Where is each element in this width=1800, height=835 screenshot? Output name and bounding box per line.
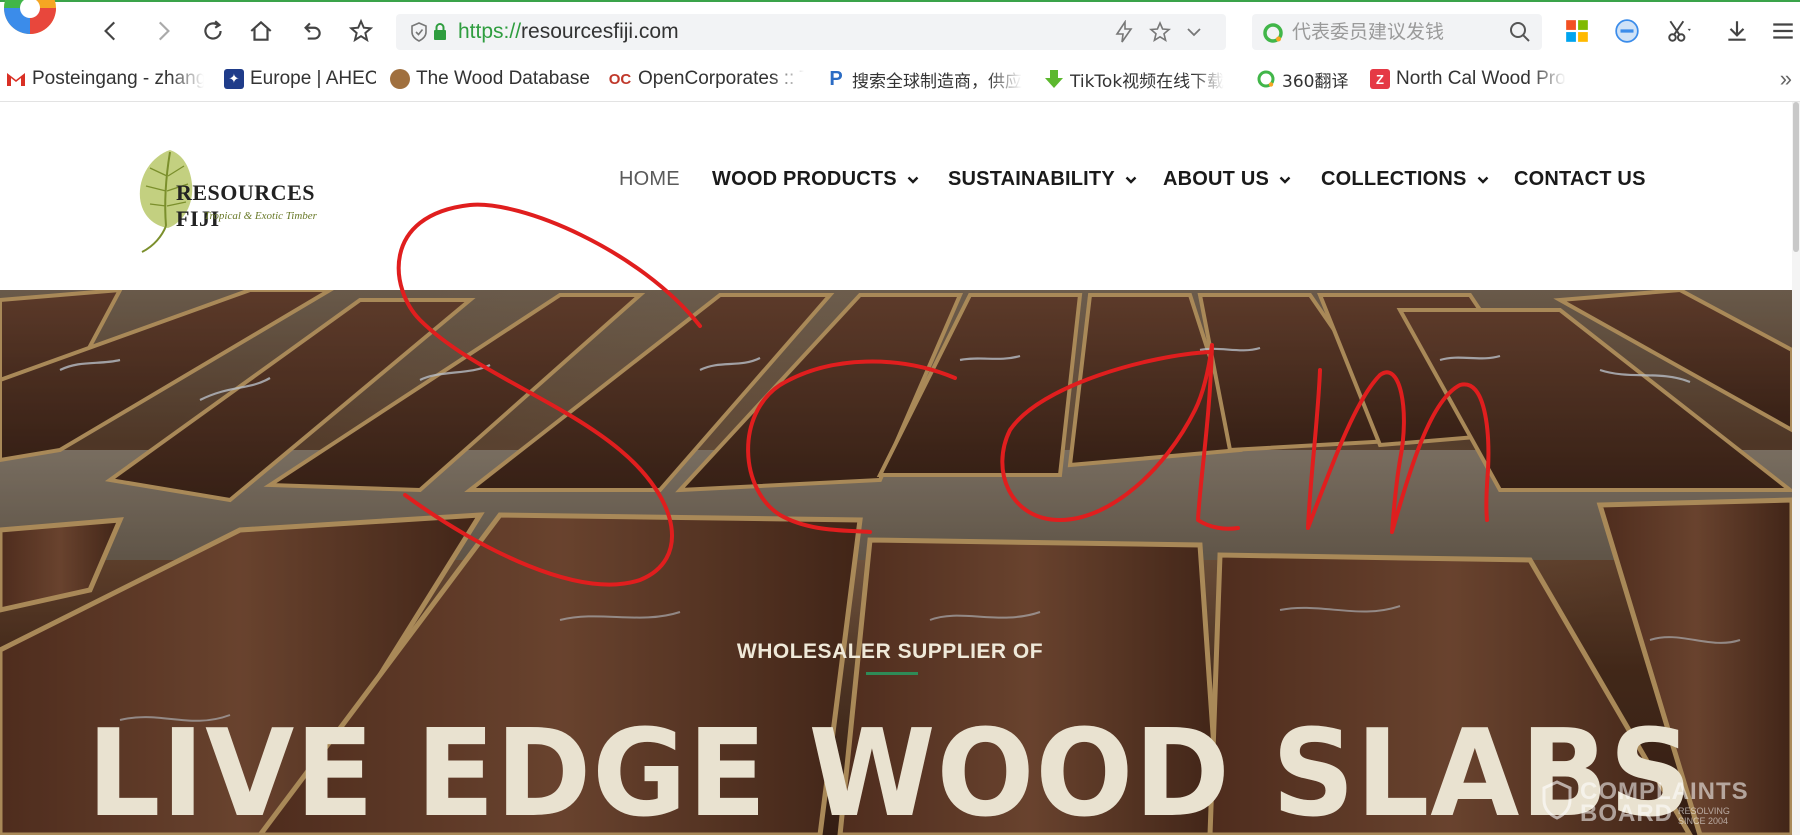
ad-block-button[interactable]	[1610, 14, 1644, 48]
site-header: RESOURCES FIJI Tropical & Exotic Timber …	[0, 102, 1800, 290]
chevron-down-icon	[1279, 176, 1291, 184]
browser-logo-icon[interactable]	[0, 0, 64, 40]
hero-accent-line	[866, 672, 918, 675]
bookmarks-overflow-icon[interactable]: »	[1780, 66, 1792, 92]
watermark-shield-icon	[1542, 780, 1572, 820]
bookmark-label: TikTok视频在线下载	[1070, 71, 1225, 92]
reload-icon	[204, 20, 222, 40]
nav-home[interactable]: HOME	[619, 168, 680, 191]
undo-close-button[interactable]	[294, 14, 328, 48]
tiktok-download-icon	[1044, 69, 1064, 89]
main-navigation: HOME WOOD PRODUCTS SUSTAINABILITY ABOUT …	[0, 168, 1800, 198]
nav-label: ABOUT US	[1163, 168, 1270, 190]
apps-grid-icon	[1566, 20, 1588, 42]
bookmark-manufacturers[interactable]: P 搜索全球制造商，供应	[826, 66, 1024, 92]
bookmark-tiktok-download[interactable]: TikTok视频在线下载	[1044, 66, 1240, 92]
ad-block-icon	[1615, 19, 1639, 43]
wood-database-icon	[390, 69, 410, 89]
nav-label: SUSTAINABILITY	[948, 168, 1115, 190]
hero-title: LIVE EDGE WOOD SLABS	[86, 705, 1694, 835]
apps-button[interactable]	[1560, 14, 1594, 48]
watermark-tagline: RESOLVING SINCE 2004	[1678, 806, 1730, 826]
nav-wood-products[interactable]: WOOD PRODUCTS	[712, 168, 919, 191]
forward-icon	[158, 21, 170, 41]
hero-subtitle: WHOLESALER SUPPLIER OF	[736, 640, 1044, 663]
north-cal-icon: Z	[1370, 69, 1390, 89]
forward-button[interactable]	[146, 14, 180, 48]
bookmark-label: 搜索全球制造商，供应	[852, 71, 1022, 92]
chevron-down-icon	[1125, 176, 1137, 184]
bookmark-label: Europe | AHEC	[250, 68, 376, 89]
url-text: https://resourcesfiji.com	[458, 20, 679, 44]
reload-button[interactable]	[196, 14, 230, 48]
nav-label: HOME	[619, 168, 680, 190]
star-icon	[348, 18, 374, 43]
hero-banner: WHOLESALER SUPPLIER OF LIVE EDGE WOOD SL…	[0, 290, 1792, 835]
undo-icon	[304, 22, 321, 40]
ahec-icon: ✦	[224, 69, 244, 89]
page-scrollbar[interactable]	[1792, 102, 1800, 835]
screenshot-button[interactable]	[1662, 14, 1696, 48]
home-button[interactable]	[244, 14, 278, 48]
p-icon: P	[829, 67, 843, 90]
chevron-down-icon	[907, 176, 919, 184]
bookmark-opencorporates[interactable]: OC OpenCorporates :: T	[608, 66, 804, 92]
nav-about-us[interactable]: ABOUT US	[1163, 168, 1291, 191]
search-input[interactable]	[1292, 19, 1502, 45]
nav-contact-us[interactable]: CONTACT US	[1514, 168, 1646, 191]
bookmark-north-cal-wood[interactable]: Z North Cal Wood Pro	[1370, 66, 1570, 92]
bookmarks-bar: Posteingang - zhang ✦ Europe | AHEC The …	[0, 58, 1800, 102]
nav-collections[interactable]: COLLECTIONS	[1321, 168, 1489, 191]
search-engine-icon	[1263, 23, 1283, 43]
back-button[interactable]	[94, 14, 128, 48]
home-icon	[250, 20, 272, 41]
nav-label: WOOD PRODUCTS	[712, 168, 897, 190]
download-icon	[1728, 21, 1746, 41]
lock-icon	[434, 23, 446, 40]
watermark-line2: BOARD	[1580, 800, 1673, 827]
url-host: resourcesfiji.com	[521, 20, 679, 43]
nav-sustainability[interactable]: SUSTAINABILITY	[948, 168, 1137, 191]
scrollbar-thumb[interactable]	[1793, 102, 1799, 252]
bookmark-wood-database[interactable]: The Wood Database	[390, 66, 596, 92]
search-icon[interactable]	[1508, 20, 1532, 44]
bookmark-label: Posteingang - zhang	[32, 68, 204, 89]
address-bar[interactable]: https://resourcesfiji.com	[396, 14, 1226, 50]
bookmark-posteingang[interactable]: Posteingang - zhang	[6, 66, 204, 92]
site-logo[interactable]: RESOURCES FIJI Tropical & Exotic Timber	[132, 146, 362, 256]
nav-label: CONTACT US	[1514, 168, 1646, 190]
bookmark-360-translate[interactable]: 360翻译	[1256, 66, 1356, 92]
chevron-down-icon[interactable]	[1182, 20, 1206, 44]
brand-tagline: Tropical & Exotic Timber	[204, 210, 317, 222]
back-icon	[104, 21, 116, 41]
scissors-icon	[1668, 20, 1691, 42]
translate-360-icon	[1256, 69, 1276, 89]
bookmark-label: 360翻译	[1282, 71, 1349, 92]
downloads-button[interactable]	[1720, 14, 1754, 48]
bookmark-ahec[interactable]: ✦ Europe | AHEC	[224, 66, 376, 92]
url-scheme: https://	[458, 20, 522, 43]
bookmark-star-icon[interactable]	[1148, 20, 1172, 44]
web-page: RESOURCES FIJI Tropical & Exotic Timber …	[0, 102, 1800, 835]
complaints-board-watermark: COMPLAINTS BOARD RESOLVING SINCE 2004	[1538, 776, 1758, 827]
gmail-icon	[6, 69, 26, 89]
search-box	[1252, 14, 1542, 50]
bookmark-label: North Cal Wood Pro	[1396, 68, 1566, 89]
hamburger-menu-icon	[1773, 23, 1793, 39]
favorite-button[interactable]	[344, 14, 378, 48]
lightning-icon[interactable]	[1112, 20, 1136, 44]
menu-button[interactable]	[1766, 14, 1800, 48]
bookmark-label: OpenCorporates :: T	[638, 68, 804, 89]
shield-icon	[411, 22, 427, 42]
bookmark-label: The Wood Database	[416, 68, 590, 89]
nav-label: COLLECTIONS	[1321, 168, 1467, 190]
opencorporates-icon: OC	[608, 70, 632, 88]
chevron-down-icon	[1477, 176, 1488, 184]
browser-toolbar: https://resourcesfiji.com	[0, 0, 1800, 58]
